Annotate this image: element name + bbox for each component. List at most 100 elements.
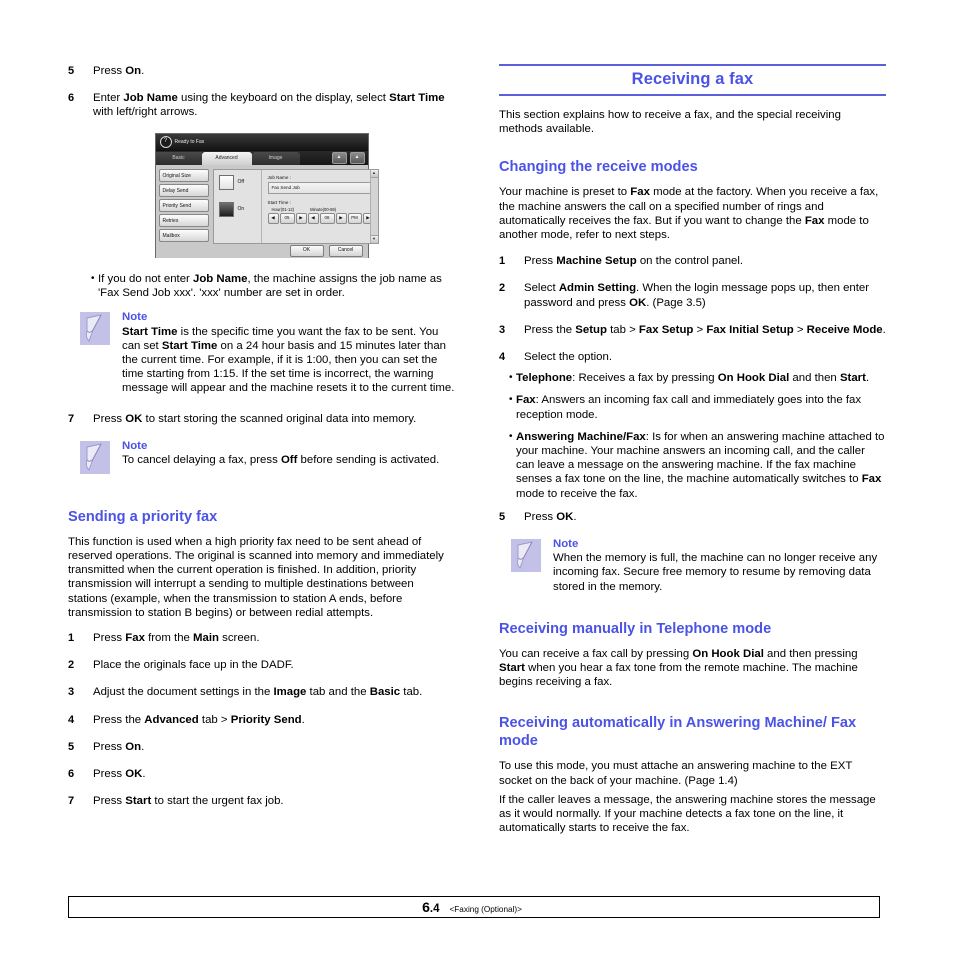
note-pen-icon	[511, 539, 541, 573]
bullet-dot: •	[509, 394, 513, 406]
scroll-up-icon[interactable]: ▲	[370, 169, 378, 178]
auto-mode-paragraph-1: To use this mode, you must attache an an…	[499, 760, 853, 787]
section-rule-bottom	[499, 94, 886, 96]
panel-scrollbar[interactable]: ▲ ▼	[369, 169, 378, 243]
step-text: Press On.	[93, 65, 145, 77]
bullet-dot: •	[509, 430, 513, 442]
step-text: Place the originals face up in the DADF.	[93, 659, 294, 672]
time-stepper-row: ◀ 05 ▶ ◀ 08 ▶ PM ▶	[267, 212, 374, 224]
changing-intro-paragraph: Your machine is preset to Fax mode at th…	[499, 186, 879, 242]
note-title: Note	[553, 538, 579, 551]
ok-button[interactable]: OK	[289, 244, 324, 257]
eject-icon[interactable]: ▲	[331, 151, 347, 164]
step-text: Adjust the document settings in the Imag…	[93, 686, 423, 699]
job-name-input[interactable]: Fax Send Job	[267, 181, 374, 194]
hour-value[interactable]: 05	[279, 212, 295, 224]
menu-item-retries[interactable]: Retries	[158, 213, 209, 227]
radio-on-swatch[interactable]	[218, 201, 234, 217]
time-sublabels: Hour(01-12) Minute(00-59)	[272, 207, 374, 212]
step-number: 6	[68, 92, 75, 105]
option-text: Telephone: Receives a fax by pressing On…	[516, 372, 870, 385]
heading-changing-receive-modes: Changing the receive modes	[499, 159, 698, 176]
cancel-button[interactable]: Cancel	[328, 244, 363, 257]
step-item: 2 Place the originals face up in the DAD…	[68, 658, 455, 672]
step-item: 5 Press OK.	[499, 510, 886, 524]
bullet-text: If you do not enter Job Name, the machin…	[98, 272, 442, 300]
section-title-band: Receiving a fax	[499, 64, 886, 96]
lcd-title-bar: ? Ready to Fax	[155, 133, 368, 151]
page-number: 6.4	[422, 899, 440, 915]
minute-decrement-icon[interactable]: ◀	[307, 212, 319, 224]
note-body: Note To cancel delaying a fax, press Off…	[122, 439, 455, 474]
note-title: Note	[122, 439, 148, 452]
step-number: 4	[68, 713, 75, 726]
minute-value[interactable]: 08	[319, 212, 335, 224]
step-text: Select the option.	[524, 351, 613, 364]
step-item: 7 Press Start to start the urgent fax jo…	[68, 794, 455, 808]
radio-on[interactable]: On	[218, 201, 261, 217]
step-item: 1 Press Machine Setup on the control pan…	[499, 254, 886, 268]
lcd-field-group: Job Name : Fax Send Job Start Time : Hou…	[260, 169, 378, 243]
lcd-content-area: Original Size Delay Send Priority Send R…	[155, 164, 379, 244]
left-column: 5 Press On. 6 Enter Job Name using the k…	[68, 64, 455, 845]
step-number: 3	[68, 686, 75, 699]
step-item: 5 Press On.	[68, 740, 455, 754]
help-icon[interactable]: ?	[159, 136, 172, 149]
radio-off-label: Off	[237, 179, 245, 186]
step-item: 4 Press the Advanced tab > Priority Send…	[68, 713, 455, 727]
option-fax: • Fax: Answers an incoming fax call and …	[499, 393, 886, 421]
step-text: Press Machine Setup on the control panel…	[524, 255, 744, 268]
note-block: Note When the memory is full, the machin…	[499, 537, 886, 594]
lcd-onoff-group: Off On	[214, 170, 261, 243]
right-column: Receiving a fax This section explains ho…	[499, 64, 886, 845]
hour-increment-icon[interactable]: ▶	[295, 212, 307, 224]
step-item: 5 Press On.	[68, 64, 455, 78]
tab-advanced[interactable]: Advanced	[201, 151, 252, 165]
note-pen-icon	[80, 312, 110, 346]
ampm-value[interactable]: PM	[347, 212, 362, 224]
step-text: Press the Advanced tab > Priority Send.	[93, 713, 305, 726]
menu-item-delay-send[interactable]: Delay Send	[158, 183, 209, 197]
step-item: 2 Select Admin Setting. When the login m…	[499, 281, 886, 309]
note-pen-icon-svg	[80, 312, 110, 346]
step-text: Press On.	[93, 740, 145, 753]
option-answering-machine-fax: • Answering Machine/Fax: Is for when an …	[499, 430, 886, 501]
hour-range-label: Hour(01-12)	[271, 206, 295, 212]
menu-item-priority-send[interactable]: Priority Send	[158, 198, 209, 212]
option-telephone: • Telephone: Receives a fax by pressing …	[499, 371, 886, 385]
step-text: Press OK to start storing the scanned or…	[93, 412, 417, 425]
lcd-settings-panel: Off On Job Name : Fax Send Job Start Tim…	[212, 168, 379, 244]
radio-off-swatch[interactable]	[218, 174, 234, 190]
priority-steps-list: 1 Press Fax from the Main screen. 2 Plac…	[68, 631, 455, 808]
note-text: To cancel delaying a fax, press Off befo…	[122, 454, 440, 467]
step-number: 7	[68, 412, 75, 425]
step-number: 7	[68, 795, 75, 808]
lcd-tab-icon-group: ▲ ▲	[331, 151, 368, 165]
step-item: 6 Press OK.	[68, 767, 455, 781]
step-item: 1 Press Fax from the Main screen.	[68, 631, 455, 645]
minute-increment-icon[interactable]: ▶	[335, 212, 347, 224]
figure-fax-advanced-screen: ? Ready to Fax Basic Advanced Image ▲ ▲	[68, 132, 455, 258]
menu-item-original-size[interactable]: Original Size	[158, 168, 209, 182]
step-number: 4	[499, 351, 506, 364]
step-text: Select Admin Setting. When the login mes…	[524, 282, 870, 309]
step-item: 4 Select the option.	[499, 350, 886, 364]
step-number: 6	[68, 768, 75, 781]
menu-item-mailbox[interactable]: Mailbox	[158, 228, 209, 242]
step-number: 5	[499, 510, 506, 523]
bullet-dot: •	[91, 272, 95, 284]
step-item: 7 Press OK to start storing the scanned …	[68, 412, 455, 426]
device-lcd: ? Ready to Fax Basic Advanced Image ▲ ▲	[154, 132, 379, 258]
hour-decrement-icon[interactable]: ◀	[267, 212, 279, 224]
lcd-side-menu: Original Size Delay Send Priority Send R…	[158, 168, 209, 244]
note-block: Note To cancel delaying a fax, press Off…	[68, 439, 455, 474]
radio-off[interactable]: Off	[218, 174, 261, 190]
tab-image[interactable]: Image	[251, 151, 300, 165]
home-icon[interactable]: ▲	[349, 151, 365, 164]
option-text: Fax: Answers an incoming fax call and im…	[516, 394, 862, 421]
tab-basic[interactable]: Basic	[155, 151, 202, 165]
two-column-body: 5 Press On. 6 Enter Job Name using the k…	[68, 64, 886, 845]
lcd-tab-bar: Basic Advanced Image ▲ ▲	[155, 150, 368, 165]
scroll-down-icon[interactable]: ▼	[370, 234, 378, 243]
bullet-dot: •	[509, 372, 513, 384]
